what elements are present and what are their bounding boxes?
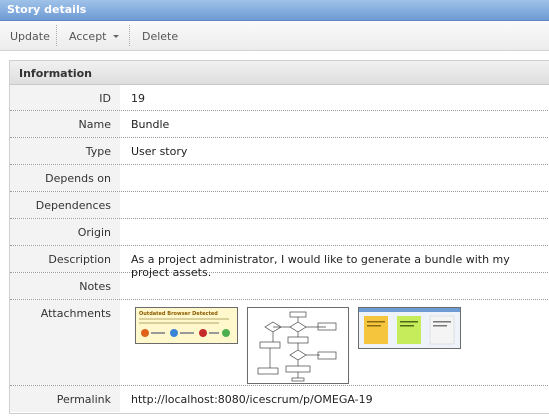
attachment-title: Outdated Browser Detected [139,311,218,317]
chevron-down-icon [112,35,119,38]
field-label-cell: Name [10,111,120,137]
field-row-notes: Notes [10,273,549,300]
field-label: Attachments [40,307,111,320]
field-row-attachments: Attachments Outdated Browser Detected [10,300,549,386]
field-label: Description [48,253,111,266]
field-row-description: Description As a project administrator, … [10,246,549,279]
delete-button[interactable]: Delete [142,30,178,43]
field-row-name: Name Bundle [10,111,549,138]
field-label: Permalink [56,393,111,406]
information-panel: Information ID 19 Name Bundle Type User … [9,60,549,414]
field-value-type: User story [131,145,188,158]
update-button[interactable]: Update [10,30,50,43]
attachment-thumbnail-browser-warning[interactable]: Outdated Browser Detected [135,307,238,344]
field-label-cell: Depends on [10,165,120,191]
field-label: Notes [79,280,111,293]
field-label: Type [85,145,111,158]
field-label: Depends on [45,172,111,185]
toolbar-divider [56,25,57,46]
field-label: ID [99,92,111,105]
toolbar: Update Accept Delete [0,21,549,51]
field-label-cell: Dependences [10,192,120,218]
field-row-permalink: Permalink http://localhost:8080/icescrum… [10,386,549,412]
field-label-cell: Permalink [10,386,120,412]
field-value-id: 19 [131,92,145,105]
field-label-cell: Attachments [10,300,120,385]
field-label-cell: ID [10,85,120,110]
field-label-cell: Origin [10,219,120,245]
flowchart-diagram-icon [248,308,348,383]
accept-label: Accept [69,30,107,43]
sticky-notes-board-icon [359,308,460,348]
field-label-cell: Notes [10,273,120,299]
field-row-type: Type User story [10,138,549,165]
field-row-depends-on: Depends on [10,165,549,192]
field-row-origin: Origin [10,219,549,246]
attachment-thumbnail-flowchart[interactable] [247,307,349,384]
panel-title: Information [19,67,92,80]
permalink-link[interactable]: http://localhost:8080/icescrum/p/OMEGA-1… [131,393,373,406]
field-label-cell: Description [10,246,120,272]
browser-warning-screenshot-icon: Outdated Browser Detected [136,308,237,343]
attachment-thumbnail-sticky-notes[interactable] [358,307,461,349]
toolbar-divider [129,25,130,46]
window-titlebar: Story details [0,0,549,21]
field-label: Name [78,118,111,131]
panel-header: Information [10,61,549,85]
field-value-name: Bundle [131,118,170,131]
field-label: Dependences [35,199,111,212]
field-label-cell: Type [10,138,120,164]
field-row-id: ID 19 [10,85,549,111]
field-row-dependences: Dependences [10,192,549,219]
window-title: Story details [7,3,87,16]
accept-button[interactable]: Accept [69,30,119,43]
field-label: Origin [77,226,111,239]
